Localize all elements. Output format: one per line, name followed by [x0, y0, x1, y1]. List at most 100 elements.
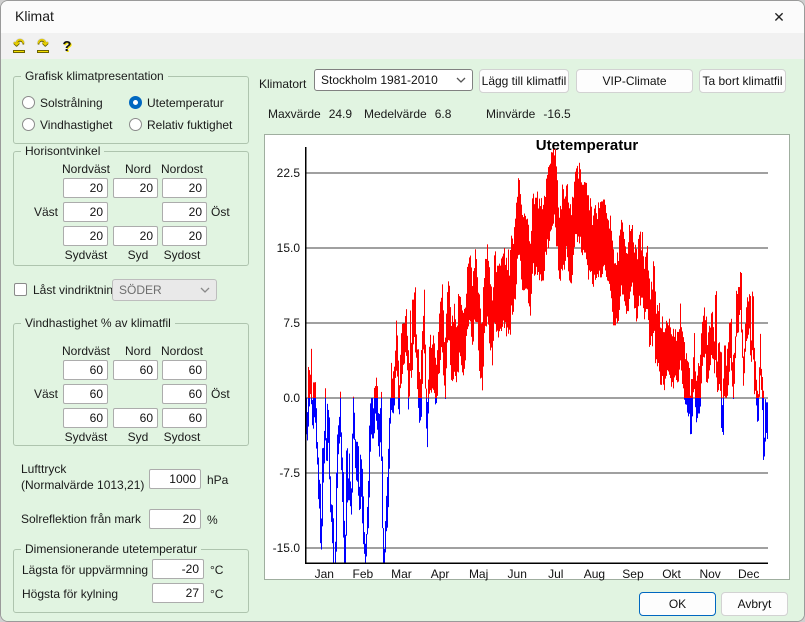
temperature-chart-panel: Utetemperatur 22.515.07.50.0-7.5-15.0Jan…	[264, 134, 790, 580]
window-title: Klimat	[15, 8, 54, 24]
pressure-input[interactable]	[149, 469, 201, 489]
x-month-label: Mar	[382, 567, 421, 581]
reflection-unit: %	[207, 513, 218, 527]
group-presentation: Grafisk klimatpresentation Solstrålning …	[13, 76, 249, 144]
y-tick-label: 22.5	[265, 166, 300, 180]
y-tick-label: 15.0	[265, 241, 300, 255]
design-cooling-unit: °C	[210, 587, 223, 601]
windspeed-e-input[interactable]	[162, 384, 207, 404]
pressure-label: Lufttryck	[21, 462, 66, 476]
y-tick-label: 7.5	[265, 316, 300, 330]
design-cooling-input[interactable]	[152, 583, 204, 603]
windspeed-n-input[interactable]	[113, 360, 158, 380]
group-wind-speed-title: Vindhastighet % av klimatfil	[21, 316, 175, 330]
toolbar: ↶ ↷ ?	[1, 33, 804, 59]
radio-solstralning-label: Solstrålning	[40, 96, 103, 110]
design-cooling-label: Högsta för kylning	[22, 587, 118, 601]
ok-button[interactable]: OK	[639, 592, 716, 616]
dir-label-se: Sydost	[152, 248, 212, 262]
radio-utetemperatur[interactable]	[129, 96, 142, 109]
stat-min-label: Minvärde	[486, 107, 535, 121]
chevron-down-icon	[456, 77, 466, 83]
temperature-chart-canvas	[305, 147, 768, 564]
stat-mean-label: Medelvärde	[364, 107, 427, 121]
wind-lock-label: Låst vindriktning	[33, 283, 120, 297]
stat-mean-value: 6.8	[435, 107, 452, 121]
wind-direction-select[interactable]: SÖDER	[112, 279, 217, 301]
radio-solstralning[interactable]	[22, 96, 35, 109]
group-wind-speed: Vindhastighet % av klimatfil Nordväst No…	[13, 323, 249, 446]
klimatort-value: Stockholm 1981-2010	[321, 73, 456, 87]
group-horizon-title: Horisontvinkel	[21, 144, 104, 158]
klimatort-label: Klimatort	[259, 77, 306, 91]
dir-label-ne: Nordost	[152, 162, 212, 176]
design-heating-unit: °C	[210, 563, 223, 577]
design-heating-input[interactable]	[152, 559, 204, 579]
close-icon[interactable]: ✕	[762, 4, 796, 30]
horizon-se-input[interactable]	[162, 226, 207, 246]
dir-label-w: Väst	[34, 387, 58, 401]
x-month-label: Dec	[729, 567, 768, 581]
stat-min-value: -16.5	[543, 107, 570, 121]
windspeed-se-input[interactable]	[162, 408, 207, 428]
x-month-label: Aug	[575, 567, 614, 581]
x-month-label: Nov	[691, 567, 730, 581]
add-climate-file-button[interactable]: Lägg till klimatfil	[479, 69, 569, 93]
wind-direction-value: SÖDER	[119, 283, 200, 297]
reflection-input[interactable]	[149, 509, 201, 529]
stat-max-value: 24.9	[329, 107, 352, 121]
help-icon[interactable]: ?	[57, 35, 77, 57]
windspeed-s-input[interactable]	[113, 408, 158, 428]
x-month-label: Maj	[459, 567, 498, 581]
radio-relativ-fuktighet[interactable]	[129, 118, 142, 131]
y-tick-label: -7.5	[265, 466, 300, 480]
dir-label-e: Öst	[211, 387, 230, 401]
vip-climate-button[interactable]: VIP-Climate	[576, 69, 693, 93]
y-tick-label: -15.0	[265, 541, 300, 555]
radio-vindhastighet[interactable]	[22, 118, 35, 131]
horizon-w-input[interactable]	[63, 202, 108, 222]
windspeed-nw-input[interactable]	[63, 360, 108, 380]
undo-icon[interactable]: ↶	[9, 35, 29, 57]
horizon-n-input[interactable]	[113, 178, 158, 198]
klimatort-select[interactable]: Stockholm 1981-2010	[314, 69, 473, 91]
cancel-button[interactable]: Avbryt	[721, 592, 788, 616]
remove-climate-file-button[interactable]: Ta bort klimatfil	[699, 69, 786, 93]
horizon-s-input[interactable]	[113, 226, 158, 246]
radio-relativ-fuktighet-label: Relativ fuktighet	[147, 118, 232, 132]
windspeed-sw-input[interactable]	[63, 408, 108, 428]
horizon-e-input[interactable]	[162, 202, 207, 222]
dir-label-ne: Nordost	[152, 344, 212, 358]
windspeed-ne-input[interactable]	[162, 360, 207, 380]
pressure-unit: hPa	[207, 473, 228, 487]
x-month-label: Jul	[537, 567, 576, 581]
pressure-normal-label: (Normalvärde 1013,21)	[21, 478, 144, 492]
radio-utetemperatur-label: Utetemperatur	[147, 96, 224, 110]
titlebar: Klimat ✕	[1, 1, 804, 33]
x-month-label: Okt	[652, 567, 691, 581]
horizon-nw-input[interactable]	[63, 178, 108, 198]
wind-lock-checkbox[interactable]	[14, 283, 27, 296]
group-presentation-title: Grafisk klimatpresentation	[21, 69, 168, 83]
x-month-label: Apr	[421, 567, 460, 581]
x-month-label: Jun	[498, 567, 537, 581]
group-horizon: Horisontvinkel Nordväst Nord Nordost Väs…	[13, 151, 249, 266]
klimat-dialog: Klimat ✕ ↶ ↷ ? Grafisk klimatpresentatio…	[0, 0, 805, 622]
stat-max: Maxvärde 24.9	[268, 105, 352, 123]
stat-max-label: Maxvärde	[268, 107, 321, 121]
x-month-label: Sep	[614, 567, 653, 581]
x-month-label: Feb	[344, 567, 383, 581]
dir-label-w: Väst	[34, 205, 58, 219]
design-heating-label: Lägsta för uppvärmning	[22, 563, 148, 577]
windspeed-w-input[interactable]	[63, 384, 108, 404]
stat-mean: Medelvärde 6.8	[364, 105, 451, 123]
reflection-label: Solreflektion från mark	[21, 512, 141, 526]
horizon-ne-input[interactable]	[162, 178, 207, 198]
dir-label-se: Sydost	[152, 430, 212, 444]
radio-vindhastighet-label: Vindhastighet	[40, 118, 113, 132]
group-design-temp-title: Dimensionerande utetemperatur	[21, 542, 201, 556]
group-design-temp: Dimensionerande utetemperatur Lägsta för…	[13, 549, 249, 613]
horizon-sw-input[interactable]	[63, 226, 108, 246]
stat-min: Minvärde -16.5	[486, 105, 571, 123]
redo-icon[interactable]: ↷	[33, 35, 53, 57]
